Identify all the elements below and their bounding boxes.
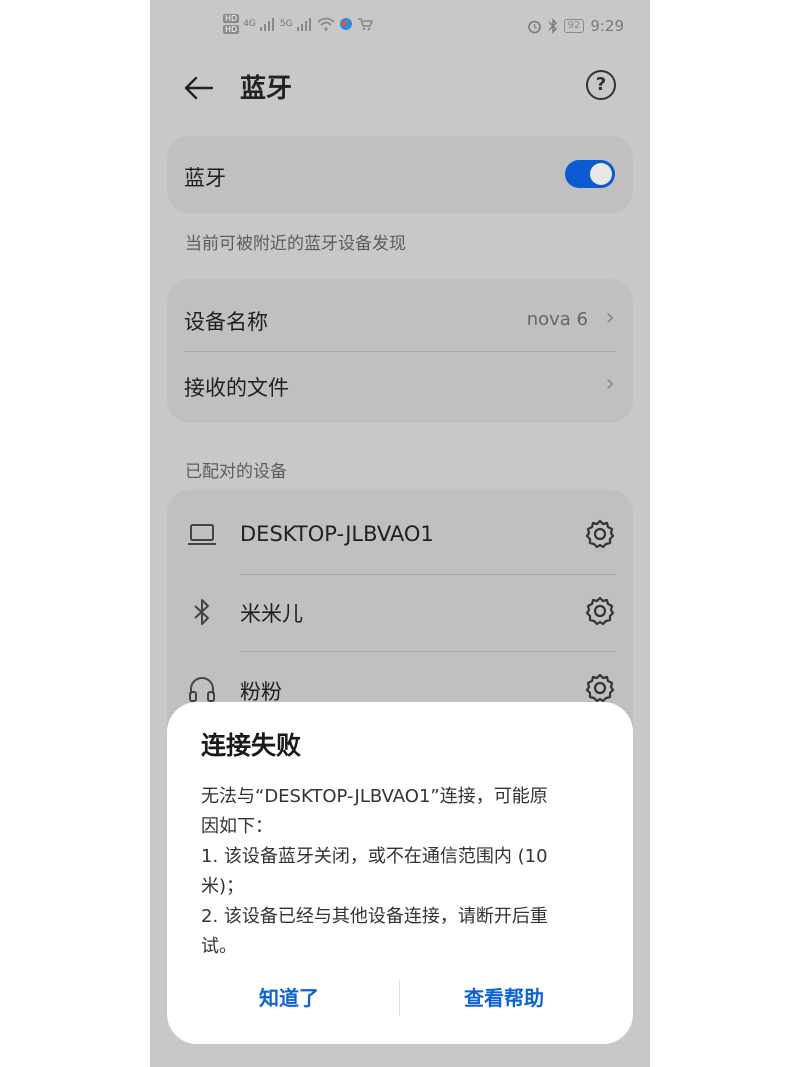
- paired-device-row[interactable]: 米米儿: [167, 575, 633, 651]
- title-bar: 蓝牙 ?: [150, 60, 650, 116]
- device-name-value: nova 6: [526, 309, 588, 330]
- ok-button[interactable]: 知道了: [259, 982, 319, 1011]
- paired-devices-header: 已配对的设备: [185, 462, 287, 482]
- device-name-row[interactable]: 设备名称 nova 6 ›: [167, 279, 633, 351]
- laptop-icon: [188, 524, 216, 545]
- discoverable-caption: 当前可被附近的蓝牙设备发现: [185, 234, 406, 254]
- help-button[interactable]: ?: [586, 70, 616, 100]
- back-arrow-icon: [184, 76, 214, 100]
- paired-device-row[interactable]: DESKTOP-JLBVAO1: [167, 490, 633, 574]
- bluetooth-icon: [194, 599, 209, 625]
- phone-screen: HD HD 4G 5G 92 9:29 蓝牙 ? 蓝牙 当前可被附近的蓝牙设备发…: [150, 0, 650, 1067]
- wifi-icon: [317, 17, 335, 31]
- sim2-label: 5G: [279, 19, 293, 29]
- device-name: 米米儿: [240, 602, 303, 626]
- sim1-label: 4G: [243, 19, 256, 29]
- signal-icon: [259, 18, 274, 31]
- button-separator: [399, 980, 400, 1016]
- dialog-message-line: 1. 该设备蓝牙关闭，或不在通信范围内 (10: [201, 846, 548, 867]
- status-bar: HD HD 4G 5G 92 9:29: [150, 0, 650, 58]
- chevron-right-icon: ›: [605, 369, 615, 397]
- status-left: HD HD 4G 5G: [223, 14, 373, 34]
- device-name: DESKTOP-JLBVAO1: [240, 522, 434, 546]
- gear-icon[interactable]: [584, 595, 616, 627]
- page-title: 蓝牙: [240, 74, 293, 104]
- switch-knob: [590, 163, 612, 185]
- connection-failed-dialog: 连接失败 无法与“DESKTOP-JLBVAO1”连接，可能原 因如下： 1. …: [167, 702, 633, 1044]
- dialog-message-line: 米)；: [201, 876, 245, 897]
- app-notification-icon: [339, 18, 352, 30]
- dialog-message-line: 因如下：: [201, 816, 273, 837]
- hd-badge-bottom: HD: [223, 25, 240, 34]
- dialog-title: 连接失败: [201, 731, 302, 760]
- dialog-message-line: 试。: [201, 936, 237, 957]
- device-settings-card: 设备名称 nova 6 › 接收的文件 ›: [167, 279, 633, 423]
- device-name-label: 设备名称: [184, 310, 268, 334]
- headphones-icon: [189, 677, 215, 702]
- dialog-message-line: 2. 该设备已经与其他设备连接，请断开后重: [201, 906, 548, 927]
- gear-icon[interactable]: [584, 672, 616, 704]
- chevron-right-icon: ›: [605, 303, 615, 331]
- status-right: 92 9:29: [527, 17, 624, 35]
- view-help-button[interactable]: 查看帮助: [464, 982, 544, 1011]
- bluetooth-toggle-card: 蓝牙: [167, 136, 633, 213]
- hd-indicator: HD HD: [223, 14, 240, 34]
- received-files-row[interactable]: 接收的文件 ›: [167, 352, 633, 423]
- gear-icon[interactable]: [584, 518, 616, 550]
- hd-badge-top: HD: [223, 14, 240, 23]
- signal-icon: [296, 18, 311, 31]
- dialog-message-line: 无法与“DESKTOP-JLBVAO1”连接，可能原: [201, 786, 548, 807]
- bluetooth-switch[interactable]: [565, 160, 615, 188]
- back-button[interactable]: [180, 70, 216, 106]
- received-files-label: 接收的文件: [184, 376, 289, 400]
- cart-icon: [357, 18, 373, 31]
- battery-indicator: 92: [563, 19, 585, 33]
- clock-time: 9:29: [590, 17, 624, 35]
- bluetooth-status-icon: [548, 18, 557, 34]
- bluetooth-label: 蓝牙: [184, 166, 226, 190]
- dialog-message: 无法与“DESKTOP-JLBVAO1”连接，可能原 因如下： 1. 该设备蓝牙…: [201, 782, 611, 962]
- help-icon: ?: [595, 74, 607, 95]
- alarm-icon: [527, 20, 541, 33]
